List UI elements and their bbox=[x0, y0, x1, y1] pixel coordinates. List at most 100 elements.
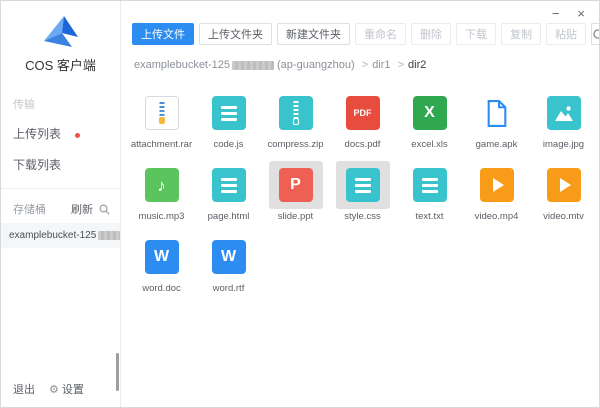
word-file-icon: W bbox=[212, 240, 246, 274]
text-lines-icon bbox=[355, 178, 371, 193]
file-icon-wrap bbox=[269, 89, 323, 137]
word-file-icon: W bbox=[145, 240, 179, 274]
upload-list-label: 上传列表 bbox=[13, 125, 61, 142]
file-name-label: docs.pdf bbox=[345, 139, 381, 150]
breadcrumb-bucket[interactable]: examplebucket-125 bbox=[134, 59, 230, 71]
file-item-compress.zip[interactable]: compress.zip bbox=[262, 89, 329, 161]
toolbar: 上传文件上传文件夹新建文件夹重命名删除下载复制粘贴 bbox=[132, 23, 591, 45]
zipper-pull-icon bbox=[293, 118, 299, 125]
redacted-text bbox=[98, 231, 120, 240]
file-icon-wrap: W bbox=[135, 233, 189, 281]
music-note-icon: ♪ bbox=[157, 177, 166, 194]
breadcrumb-dir2: dir2 bbox=[408, 59, 426, 71]
sidebar-item-bucket[interactable]: examplebucket-125 bbox=[1, 223, 120, 248]
music-file-icon: ♪ bbox=[145, 168, 179, 202]
text-lines-icon bbox=[221, 106, 237, 121]
sidebar-scrollbar-thumb[interactable] bbox=[116, 353, 119, 391]
file-icon-wrap bbox=[470, 89, 524, 137]
toolbar-button-1[interactable]: 上传文件 bbox=[132, 23, 194, 45]
text-lines-icon bbox=[221, 178, 237, 193]
image-file-icon bbox=[547, 96, 581, 130]
settings-button[interactable]: ⚙ 设置 bbox=[49, 381, 84, 397]
bucket-section-header: 存储桶 刷新 bbox=[1, 197, 120, 223]
file-item-page.html[interactable]: page.html bbox=[195, 161, 262, 233]
file-item-video.mp4[interactable]: video.mp4 bbox=[463, 161, 530, 233]
file-item-word.doc[interactable]: Wword.doc bbox=[128, 233, 195, 305]
file-icon-wrap: P bbox=[269, 161, 323, 209]
excel-file-icon: X bbox=[413, 96, 447, 130]
video-file-icon bbox=[480, 168, 514, 202]
file-name-label: page.html bbox=[208, 211, 250, 222]
file-item-excel.xls[interactable]: Xexcel.xls bbox=[396, 89, 463, 161]
file-item-word.rtf[interactable]: Wword.rtf bbox=[195, 233, 262, 305]
apk-file-icon bbox=[480, 96, 514, 130]
file-name-label: excel.xls bbox=[411, 139, 447, 150]
toolbar-button-5: 删除 bbox=[411, 23, 451, 45]
sidebar-footer: 退出 ⚙ 设置 bbox=[13, 381, 84, 397]
ppt-file-icon: P bbox=[279, 168, 313, 202]
breadcrumb: examplebucket-125(ap-guangzhou) >dir1 >d… bbox=[134, 59, 426, 71]
bucket-section-label: 存储桶 bbox=[13, 201, 46, 217]
file-item-attachment.rar[interactable]: attachment.rar bbox=[128, 89, 195, 161]
file-item-slide.ppt[interactable]: Pslide.ppt bbox=[262, 161, 329, 233]
bucket-refresh-link[interactable]: 刷新 bbox=[71, 201, 93, 217]
file-name-label: video.mp4 bbox=[475, 211, 519, 222]
redacted-text bbox=[232, 61, 274, 70]
file-name-label: compress.zip bbox=[268, 139, 324, 150]
zipper-pull-icon bbox=[159, 117, 165, 124]
toolbar-button-8: 粘贴 bbox=[546, 23, 586, 45]
file-grid: attachment.rar code.js compress.zip PDF docs… bbox=[128, 89, 600, 305]
document-lines-icon bbox=[212, 96, 246, 130]
transfer-section-label: 传输 bbox=[1, 90, 120, 118]
download-list-label: 下载列表 bbox=[13, 156, 61, 173]
settings-label: 设置 bbox=[62, 381, 84, 397]
file-icon-wrap: X bbox=[403, 89, 457, 137]
toolbar-button-3[interactable]: 新建文件夹 bbox=[277, 23, 350, 45]
file-item-docs.pdf[interactable]: PDF docs.pdf bbox=[329, 89, 396, 161]
bucket-search-icon[interactable] bbox=[99, 204, 110, 215]
document-lines-icon bbox=[212, 168, 246, 202]
sidebar-item-upload-list[interactable]: 上传列表 bbox=[1, 118, 120, 149]
file-icon-wrap bbox=[403, 161, 457, 209]
refresh-button[interactable] bbox=[591, 23, 600, 45]
file-item-code.js[interactable]: code.js bbox=[195, 89, 262, 161]
file-item-video.mtv[interactable]: video.mtv bbox=[530, 161, 597, 233]
play-icon bbox=[560, 178, 571, 192]
file-item-text.txt[interactable]: text.txt bbox=[396, 161, 463, 233]
text-lines-icon bbox=[422, 178, 438, 193]
toolbar-button-6: 下载 bbox=[456, 23, 496, 45]
breadcrumb-separator: > bbox=[362, 59, 368, 71]
cos-logo-icon bbox=[39, 13, 83, 51]
bucket-name: examplebucket-125 bbox=[9, 230, 96, 241]
pdf-badge: PDF bbox=[354, 109, 372, 118]
file-name-label: attachment.rar bbox=[131, 139, 192, 150]
rar-archive-icon bbox=[145, 96, 179, 130]
file-item-game.apk[interactable]: game.apk bbox=[463, 89, 530, 161]
file-item-style.css[interactable]: style.css bbox=[329, 161, 396, 233]
file-name-label: code.js bbox=[213, 139, 243, 150]
file-item-image.jpg[interactable]: image.jpg bbox=[530, 89, 597, 161]
letter-badge: W bbox=[221, 249, 236, 265]
file-name-label: text.txt bbox=[416, 211, 444, 222]
file-name-label: style.css bbox=[344, 211, 380, 222]
breadcrumb-dir1[interactable]: dir1 bbox=[372, 59, 390, 71]
close-button[interactable]: × bbox=[577, 7, 585, 20]
file-icon-wrap bbox=[537, 89, 591, 137]
file-item-music.mp3[interactable]: ♪ music.mp3 bbox=[128, 161, 195, 233]
toolbar-buttons: 上传文件上传文件夹新建文件夹重命名删除下载复制粘贴 bbox=[132, 23, 586, 45]
sidebar-item-download-list[interactable]: 下载列表 bbox=[1, 149, 120, 180]
logout-button[interactable]: 退出 bbox=[13, 381, 35, 397]
refresh-icon bbox=[592, 28, 600, 40]
app-title: COS 客户端 bbox=[1, 55, 120, 74]
zip-archive-icon bbox=[279, 96, 313, 130]
file-name-label: music.mp3 bbox=[139, 211, 185, 222]
pdf-file-icon: PDF bbox=[346, 96, 380, 130]
minimize-button[interactable]: − bbox=[552, 7, 560, 20]
main-panel: 上传文件上传文件夹新建文件夹重命名删除下载复制粘贴 examplebucket-… bbox=[122, 1, 599, 407]
zipper-icon bbox=[293, 101, 298, 118]
letter-badge: P bbox=[290, 177, 301, 193]
document-outline-icon bbox=[486, 100, 508, 127]
toolbar-button-2[interactable]: 上传文件夹 bbox=[199, 23, 272, 45]
file-icon-wrap bbox=[336, 161, 390, 209]
mountain-photo-icon bbox=[552, 101, 576, 125]
